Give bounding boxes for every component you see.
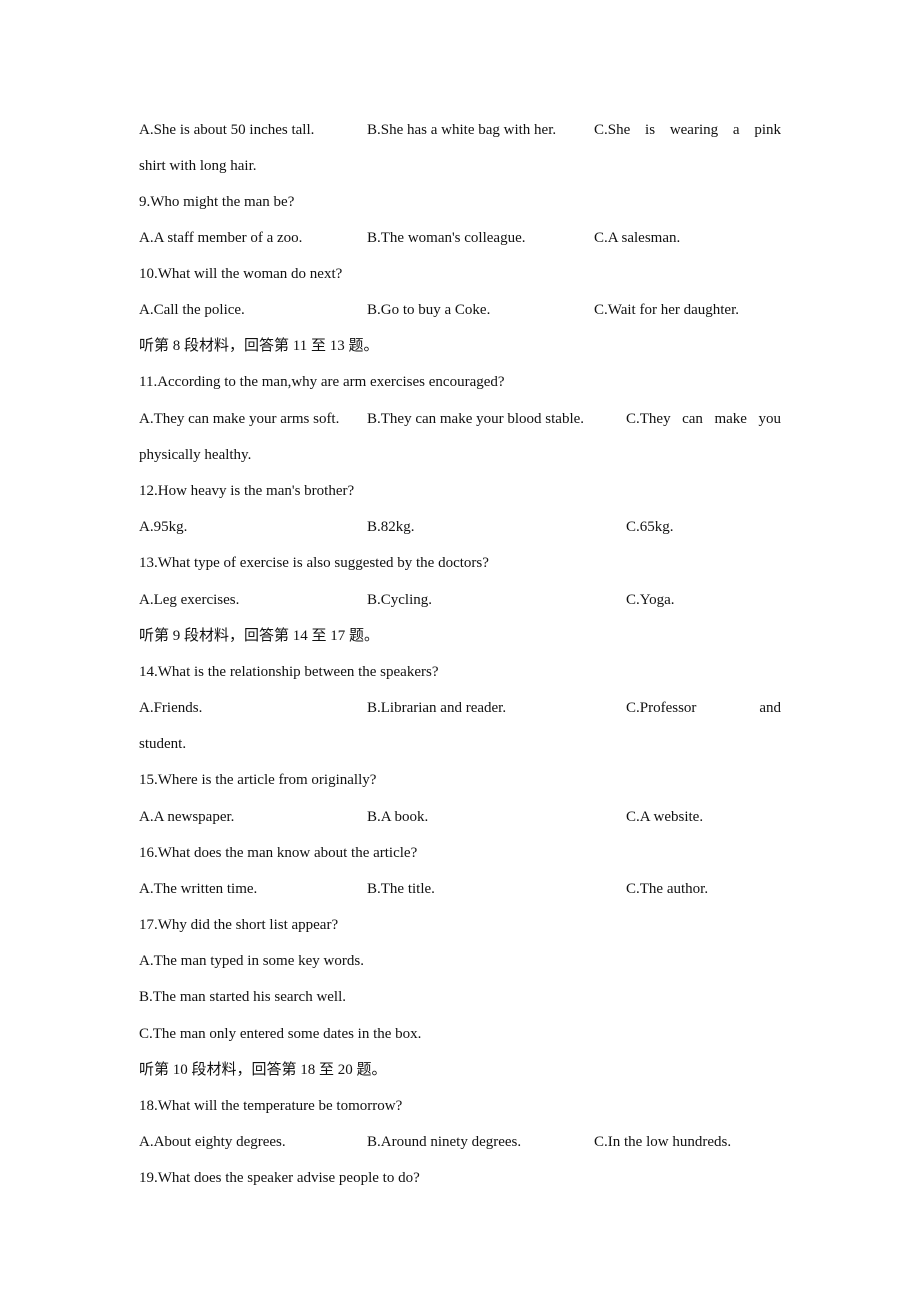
q11-option-c-line1: C.They can make you: [626, 409, 781, 429]
q14-option-a: A.Friends.: [139, 700, 203, 716]
q19-question: 19.What does the speaker advise people t…: [139, 1170, 420, 1186]
q9-option-c: C.A salesman.: [594, 230, 681, 246]
q17-question: 17.Why did the short list appear?: [139, 917, 339, 933]
q16-option-a: A.The written time.: [139, 881, 258, 897]
q18-option-a: A.About eighty degrees.: [139, 1134, 286, 1150]
q17-option-a: A.The man typed in some key words.: [139, 953, 364, 969]
q15-option-b: B.A book.: [367, 809, 429, 825]
q14-question: 14.What is the relationship between the …: [139, 664, 439, 680]
word: a: [732, 122, 740, 138]
q16-question: 16.What does the man know about the arti…: [139, 845, 418, 861]
q13-option-b: B.Cycling.: [367, 592, 433, 608]
q11-question: 11.According to the man,why are arm exer…: [139, 374, 505, 390]
q10-option-c: C.Wait for her daughter.: [594, 302, 739, 318]
word: C.They: [626, 411, 671, 427]
word: you: [758, 411, 781, 427]
q12-option-c: C.65kg.: [626, 519, 674, 535]
q9-question: 9.Who might the man be?: [139, 194, 295, 210]
word: can: [682, 411, 703, 427]
q13-question: 13.What type of exercise is also suggest…: [139, 555, 489, 571]
q18-question: 18.What will the temperature be tomorrow…: [139, 1098, 403, 1114]
q11-option-b: B.They can make your blood stable.: [367, 411, 585, 427]
q14-option-c-line1: C.Professor and: [626, 698, 781, 718]
word: wearing: [669, 122, 719, 138]
q14-option-c-line2: student.: [139, 736, 187, 752]
q15-option-c: C.A website.: [626, 809, 704, 825]
q8-option-a: A.She is about 50 inches tall.: [139, 122, 315, 138]
q9-option-b: B.The woman's colleague.: [367, 230, 526, 246]
word: and: [759, 700, 781, 716]
word: C.Professor: [626, 700, 697, 716]
q12-question: 12.How heavy is the man's brother?: [139, 483, 355, 499]
q18-option-c: C.In the low hundreds.: [594, 1134, 732, 1150]
q13-option-a: A.Leg exercises.: [139, 592, 240, 608]
q14-option-b: B.Librarian and reader.: [367, 700, 507, 716]
section-10-heading: 听第 10 段材料，回答第 18 至 20 题。: [139, 1062, 387, 1078]
q16-option-c: C.The author.: [626, 881, 709, 897]
q10-question: 10.What will the woman do next?: [139, 266, 343, 282]
word: pink: [754, 122, 781, 138]
q16-option-b: B.The title.: [367, 881, 435, 897]
q13-option-c: C.Yoga.: [626, 592, 675, 608]
word: make: [714, 411, 747, 427]
q8-option-c-line2: shirt with long hair.: [139, 158, 257, 174]
q9-option-a: A.A staff member of a zoo.: [139, 230, 303, 246]
q18-option-b: B.Around ninety degrees.: [367, 1134, 522, 1150]
q8-option-b: B.She has a white bag with her.: [367, 122, 557, 138]
section-8-heading: 听第 8 段材料，回答第 11 至 13 题。: [139, 338, 379, 354]
section-9-heading: 听第 9 段材料，回答第 14 至 17 题。: [139, 628, 380, 644]
word: C.She: [594, 122, 631, 138]
q15-question: 15.Where is the article from originally?: [139, 772, 377, 788]
q10-option-a: A.Call the police.: [139, 302, 245, 318]
q10-option-b: B.Go to buy a Coke.: [367, 302, 491, 318]
q15-option-a: A.A newspaper.: [139, 809, 235, 825]
q11-option-c-line2: physically healthy.: [139, 447, 252, 463]
q17-option-c: C.The man only entered some dates in the…: [139, 1026, 422, 1042]
word: is: [645, 122, 656, 138]
q17-option-b: B.The man started his search well.: [139, 989, 347, 1005]
q8-option-c-line1: C.She is wearing a pink: [594, 120, 781, 140]
q12-option-a: A.95kg.: [139, 519, 188, 535]
q11-option-a: A.They can make your arms soft.: [139, 411, 340, 427]
q12-option-b: B.82kg.: [367, 519, 415, 535]
